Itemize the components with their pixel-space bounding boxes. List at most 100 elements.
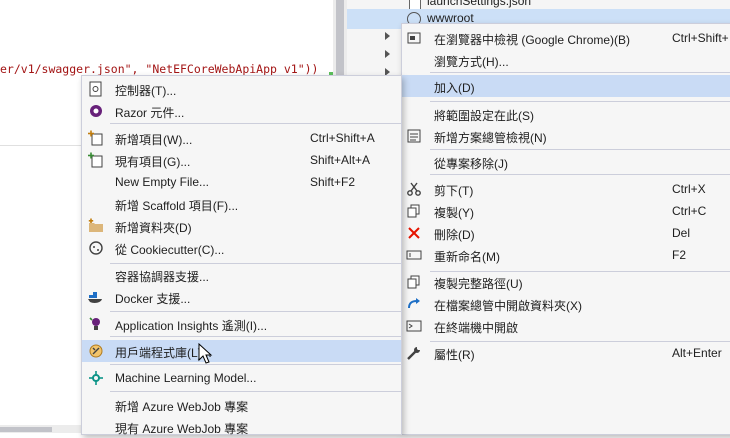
submenu-item-5[interactable]: 新增 Scaffold 項目(F)... <box>82 193 401 215</box>
copy-icon <box>406 203 422 219</box>
menu-item-7[interactable]: 複製(Y) Ctrl+C <box>402 200 730 222</box>
submenu-item-2[interactable]: 新增項目(W)... Ctrl+Shift+A <box>82 127 401 149</box>
menu-item-0[interactable]: 在瀏覽器中檢視 (Google Chrome)(B) Ctrl+Shift+ <box>402 27 730 49</box>
submenu-item-label: 現有 Azure WebJob 專案 <box>115 422 249 436</box>
app-insights-icon <box>88 316 104 332</box>
docker-icon <box>88 289 104 305</box>
submenu-item-3[interactable]: 現有項目(G)... Shift+Alt+A <box>82 149 401 171</box>
editor-hscroll-thumb[interactable] <box>0 427 52 432</box>
menu-item-3[interactable]: 將範圍設定在此(S) <box>402 103 730 125</box>
razor-icon <box>88 103 104 119</box>
menu-item-4[interactable]: 新增方案總管檢視(N) <box>402 125 730 147</box>
submenu-item-6[interactable]: 新增資料夾(D) <box>82 215 401 237</box>
menu-item-13[interactable]: 屬性(R) Alt+Enter <box>402 342 730 364</box>
menu-item-label: 從專案移除(J) <box>434 157 508 171</box>
menu-item-label: 剪下(T) <box>434 184 474 198</box>
menu-item-label: 重新命名(M) <box>434 250 500 264</box>
mouse-pointer-icon <box>198 343 213 364</box>
menu-item-label: 屬性(R) <box>434 348 475 362</box>
menu-item-label: 將範圍設定在此(S) <box>434 109 534 123</box>
new-item-icon <box>88 130 104 146</box>
submenu-item-8[interactable]: 容器協調器支援... <box>82 264 401 286</box>
menu-separator <box>110 123 401 124</box>
menu-separator <box>110 364 401 365</box>
submenu-item-11[interactable]: 用戶端程式庫(L)... <box>82 340 401 362</box>
expand-arrow-icon[interactable] <box>385 50 390 58</box>
menu-separator <box>110 311 401 312</box>
submenu-item-label: Machine Learning Model... <box>115 371 257 385</box>
menu-item-8[interactable]: 刪除(D) Del <box>402 222 730 244</box>
submenu-item-shortcut: Shift+Alt+A <box>310 153 371 167</box>
code-line: er/v1/swagger.json", "NetEFCoreWebApiApp… <box>0 62 319 76</box>
scissors-icon <box>406 181 422 197</box>
submenu-item-9[interactable]: Docker 支援... <box>82 286 401 308</box>
submenu-item-0[interactable]: 控制器(T)... <box>82 78 401 100</box>
submenu-item-14[interactable]: 現有 Azure WebJob 專案 <box>82 416 401 438</box>
ml-model-icon <box>88 370 104 386</box>
submenu-item-label: 從 Cookiecutter(C)... <box>115 243 225 257</box>
menu-item-11[interactable]: 在檔案總管中開啟資料夾(X) <box>402 293 730 315</box>
menu-separator <box>430 174 730 175</box>
submenu-item-shortcut: Shift+F2 <box>310 175 356 189</box>
submenu-item-1[interactable]: Razor 元件... <box>82 100 401 122</box>
menu-item-12[interactable]: 在終端機中開啟 <box>402 315 730 337</box>
menu-item-9[interactable]: 重新命名(M) F2 <box>402 244 730 266</box>
submenu-item-label: 容器協調器支援... <box>115 270 210 284</box>
existing-item-icon <box>88 152 104 168</box>
menu-separator <box>430 149 730 150</box>
menu-item-shortcut: Del <box>672 226 691 240</box>
submenu-item-13[interactable]: 新增 Azure WebJob 專案 <box>82 394 401 416</box>
menu-item-shortcut: Alt+Enter <box>672 346 722 360</box>
controller-icon <box>88 81 104 97</box>
menu-item-label: 刪除(D) <box>434 228 475 242</box>
submenu-item-label: 新增 Scaffold 項目(F)... <box>115 199 239 213</box>
menu-item-label: 新增方案總管檢視(N) <box>434 131 547 145</box>
menu-item-label: 在終端機中開啟 <box>434 321 519 335</box>
menu-item-2[interactable]: 加入(D) <box>402 75 730 97</box>
tree-item-label: launchSettings.json <box>427 0 532 8</box>
submenu-item-4[interactable]: New Empty File... Shift+F2 <box>82 171 401 193</box>
submenu-item-label: Razor 元件... <box>115 106 185 120</box>
terminal-icon <box>406 318 422 334</box>
new-folder-icon <box>88 218 104 234</box>
browser-view-icon <box>406 30 422 46</box>
menu-item-10[interactable]: 複製完整路徑(U) <box>402 271 730 293</box>
menu-separator <box>110 336 401 337</box>
menu-separator <box>110 391 401 392</box>
menu-separator <box>430 101 730 102</box>
submenu-item-label: Docker 支援... <box>115 292 191 306</box>
client-library-icon <box>88 343 104 359</box>
menu-item-label: 在瀏覽器中檢視 (Google Chrome)(B) <box>434 33 631 47</box>
menu-item-label: 在檔案總管中開啟資料夾(X) <box>434 299 582 313</box>
open-folder-arrow-icon <box>406 296 422 312</box>
menu-item-5[interactable]: 從專案移除(J) <box>402 151 730 173</box>
expand-arrow-icon[interactable] <box>385 32 390 40</box>
submenu-item-label: New Empty File... <box>115 175 210 189</box>
rename-icon <box>406 247 422 263</box>
submenu-item-label: 現有項目(G)... <box>115 155 191 169</box>
submenu-item-7[interactable]: 從 Cookiecutter(C)... <box>82 237 401 259</box>
context-menu: 在瀏覽器中檢視 (Google Chrome)(B) Ctrl+Shift+ 瀏覽方… <box>401 23 730 435</box>
delete-x-icon <box>406 225 422 241</box>
menu-item-label: 複製(Y) <box>434 206 474 220</box>
menu-item-label: 複製完整路徑(U) <box>434 277 523 291</box>
menu-item-6[interactable]: 剪下(T) Ctrl+X <box>402 178 730 200</box>
submenu-item-10[interactable]: Application Insights 遙測(I)... <box>82 313 401 335</box>
submenu-item-label: 新增項目(W)... <box>115 133 193 147</box>
cookiecutter-icon <box>88 240 104 256</box>
submenu-item-12[interactable]: Machine Learning Model... <box>82 367 401 389</box>
submenu-item-shortcut: Ctrl+Shift+A <box>310 131 375 145</box>
menu-item-label: 加入(D) <box>434 81 475 95</box>
menu-separator <box>430 72 730 73</box>
menu-item-shortcut: Ctrl+Shift+ <box>672 31 729 45</box>
add-submenu: 控制器(T)... Razor 元件... 新增項目(W)... Ctrl+Shift… <box>81 75 402 438</box>
menu-item-1[interactable]: 瀏覽方式(H)... <box>402 49 730 71</box>
copy-path-icon <box>406 274 422 290</box>
submenu-item-label: 控制器(T)... <box>115 84 177 98</box>
submenu-item-label: Application Insights 遙測(I)... <box>115 319 268 333</box>
menu-item-shortcut: Ctrl+C <box>672 204 707 218</box>
wrench-icon <box>406 345 422 361</box>
submenu-item-label: 新增資料夾(D) <box>115 221 192 235</box>
menu-item-shortcut: Ctrl+X <box>672 182 706 196</box>
menu-item-label: 瀏覽方式(H)... <box>434 55 509 69</box>
